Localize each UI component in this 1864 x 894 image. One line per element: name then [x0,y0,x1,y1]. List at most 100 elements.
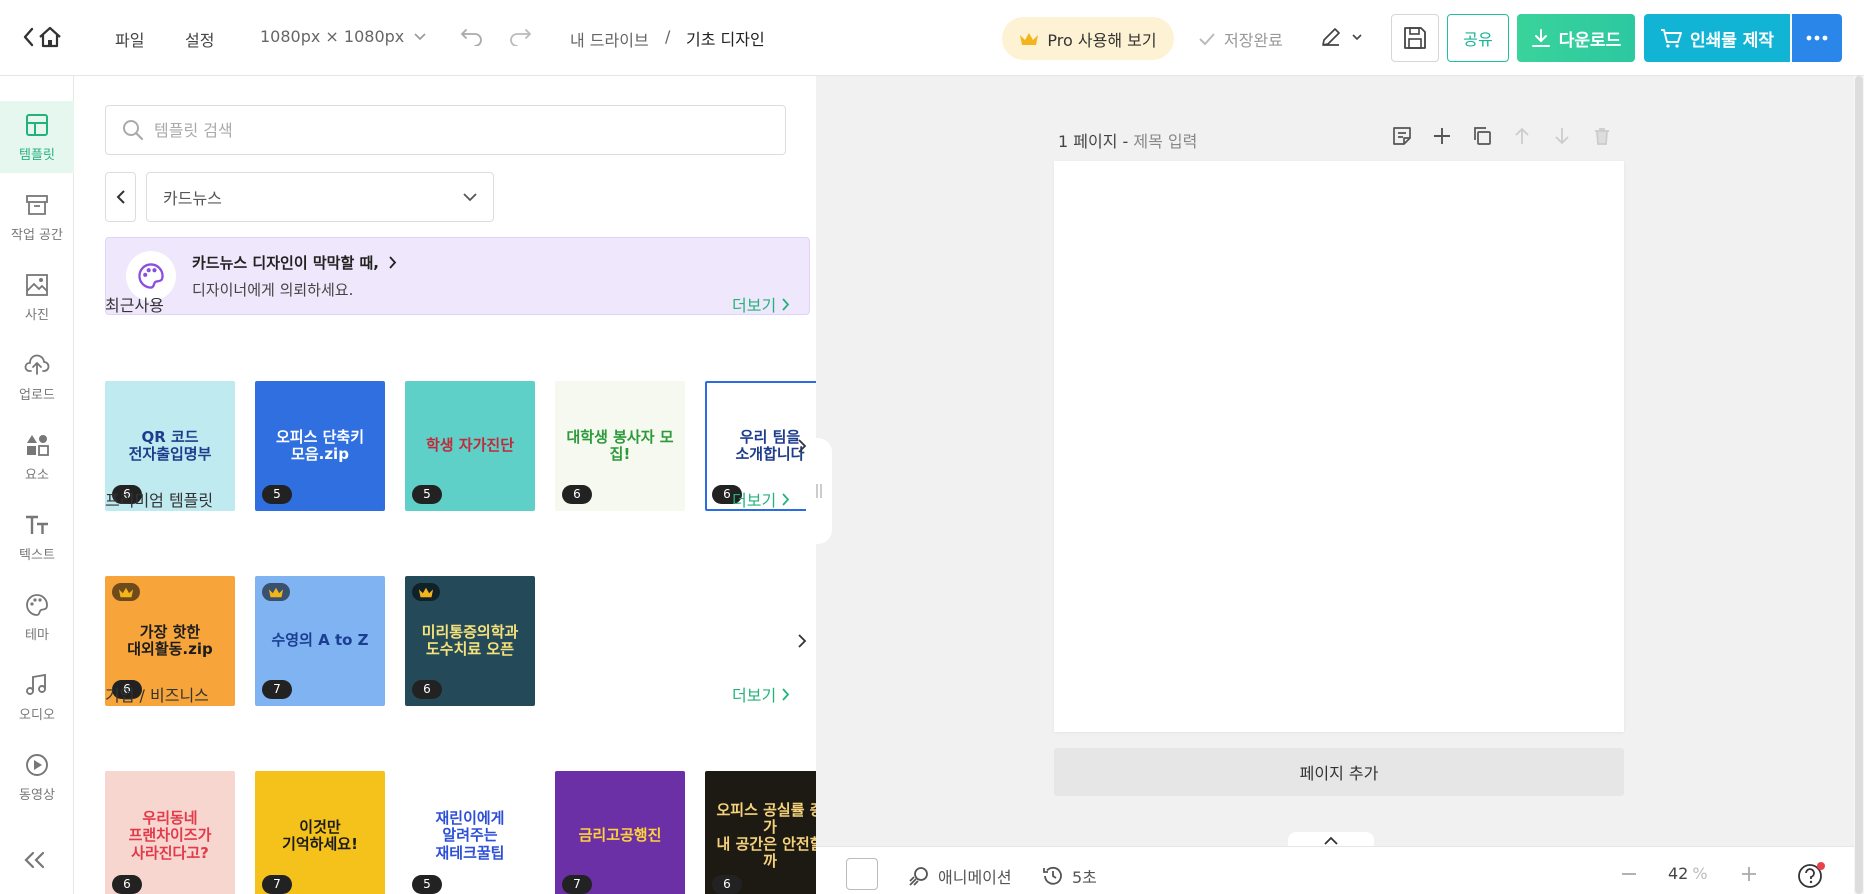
page-title-input[interactable]: 제목 입력 [1133,132,1197,151]
help-icon [1798,862,1825,888]
breadcrumb-root[interactable]: 내 드라이브 [570,27,649,51]
template-title-line: 오피스 단축키 [275,427,365,446]
template-thumbnail-title: 오피스 공실률 증가 내 공간은 안전할까 [705,801,816,871]
more-options-button[interactable] [1792,14,1842,62]
panel-scrollbar[interactable] [1854,76,1864,894]
rail-item-upload[interactable]: 업로드 [0,341,74,413]
palette-icon [26,593,48,616]
canvas-size-value: 1080px × 1080px [260,27,405,46]
zoom-value: 42 [1668,864,1689,883]
settings-menu[interactable]: 설정 [185,27,214,51]
more-link-label: 더보기 [732,296,777,315]
rail-item-template[interactable]: 템플릿 [0,101,74,173]
template-thumbnail[interactable]: 재린이에게 알려주는 재테크꿀팁 5 [405,771,535,894]
template-search[interactable] [105,105,786,155]
chevron-right-icon [797,634,806,648]
category-back-button[interactable] [105,172,136,222]
template-thumbnail[interactable]: 금리고공행진 7 [555,771,685,894]
print-order-button[interactable]: 인쇄물 제작 [1644,14,1790,62]
rail-item-workspace[interactable]: 작업 공간 [0,181,74,253]
workspace-icon [26,194,48,215]
photo-icon [26,273,48,296]
page-thumbnail[interactable] [846,858,878,890]
document-title[interactable]: 기초 디자인 [686,26,765,50]
category-select[interactable]: 카드뉴스 [146,172,494,222]
collapse-rail-button[interactable] [22,851,48,869]
floppy-disk-icon [1404,27,1426,49]
template-title-line: 도수치료 오픈 [425,640,514,658]
page-count-badge: 7 [262,875,292,894]
template-thumbnail-title: QR 코드 전자출입명부 [121,428,220,464]
template-thumbnail[interactable]: 수영의 A to Z 7 [255,576,385,706]
search-input[interactable] [154,120,754,140]
template-thumbnail[interactable]: 오피스 단축키 모음.zip 5 [255,381,385,511]
help-button[interactable] [1797,861,1827,889]
page-move-up-button[interactable] [1512,126,1532,146]
canvas-size-dropdown[interactable]: 1080px × 1080px [260,27,426,46]
more-dots-icon [1806,35,1828,41]
video-icon [26,753,48,776]
save-status: 저장완료 [1198,27,1283,51]
redo-button[interactable] [508,26,532,46]
template-thumbnail[interactable]: 오피스 공실률 증가 내 공간은 안전할까 6 [705,771,816,894]
zoom-level[interactable]: 42 % [1668,864,1708,883]
template-thumbnail[interactable]: 미리통증의학과 도수치료 오픈 6 [405,576,535,706]
design-page-canvas[interactable] [1054,161,1624,732]
rail-item-elements[interactable]: 요소 [0,421,74,493]
template-thumbnail[interactable]: 학생 자가진단 5 [405,381,535,511]
rail-item-label: 업로드 [19,387,55,403]
rail-item-theme[interactable]: 테마 [0,581,74,653]
file-menu[interactable]: 파일 [115,27,144,51]
template-thumbnail[interactable]: 대학생 봉사자 모집! 6 [555,381,685,511]
template-title-line: 모음.zip [291,445,349,463]
more-link-recent[interactable]: 더보기 [732,292,790,316]
rail-item-video[interactable]: 동영상 [0,741,74,813]
page-delete-button[interactable] [1592,126,1612,146]
animation-label: 애니메이션 [938,868,1012,887]
home-icon [23,26,61,48]
arrow-up-icon [1515,127,1529,144]
more-link-premium[interactable]: 더보기 [732,487,790,511]
download-button[interactable]: 다운로드 [1517,14,1635,62]
section-title-business: 기업 / 비즈니스 [105,686,209,705]
rail-item-text[interactable]: 텍스트 [0,501,74,573]
template-panel: 카드뉴스 카드뉴스 디자인이 막막할 때, 디자이너에게 의뢰하세요. 최근사용… [74,76,816,894]
left-rail: 템플릿 작업 공간 사진 업로드 요소 텍스트 테마 오디오 동영상 [0,76,74,894]
undo-button[interactable] [460,26,484,46]
row-next-button[interactable] [794,631,810,651]
rail-item-audio[interactable]: 오디오 [0,661,74,733]
zoom-out-button[interactable] [1620,865,1638,883]
more-link-business[interactable]: 더보기 [732,682,790,706]
edit-mode-dropdown[interactable] [1320,26,1362,48]
template-title-line: 미리통증의학과 [421,622,519,641]
page-note-button[interactable] [1392,126,1412,146]
template-thumbnail[interactable]: 이것만 기억하세요! 7 [255,771,385,894]
template-title-line: 내 공간은 안전할까 [716,835,816,871]
zoom-unit: % [1692,864,1708,883]
share-button[interactable]: 공유 [1447,14,1509,62]
page-duplicate-button[interactable] [1472,126,1492,146]
template-thumbnail[interactable]: 우리동네 프랜차이즈가 사라진다고? 6 [105,771,235,894]
page-count-badge: 7 [262,680,292,699]
upload-icon [24,354,50,375]
duration-button[interactable]: 5초 [1042,864,1097,888]
page-count-badge: 6 [412,680,442,699]
chevron-down-icon [1352,33,1362,40]
page-thumbnail-checkbox[interactable] [846,858,878,890]
back-home-button[interactable] [22,24,62,50]
panel-collapse-handle[interactable] [806,438,832,544]
animation-button[interactable]: 애니메이션 [908,864,1012,888]
page-move-down-button[interactable] [1552,126,1572,146]
download-label: 다운로드 [1558,30,1622,51]
rail-item-label: 템플릿 [19,147,55,163]
designer-request-banner[interactable]: 카드뉴스 디자인이 막막할 때, 디자이너에게 의뢰하세요. [105,237,810,315]
pro-trial-button[interactable]: Pro 사용해 보기 [1002,17,1174,60]
rail-item-photo[interactable]: 사진 [0,261,74,333]
zoom-in-button[interactable] [1740,865,1758,883]
add-page-button[interactable]: 페이지 추가 [1054,748,1624,796]
page-add-button[interactable] [1432,126,1452,146]
elements-icon [27,434,49,456]
save-button[interactable] [1391,14,1439,62]
rail-item-label: 테마 [25,627,49,643]
scrollbar-thumb[interactable] [1855,76,1863,894]
